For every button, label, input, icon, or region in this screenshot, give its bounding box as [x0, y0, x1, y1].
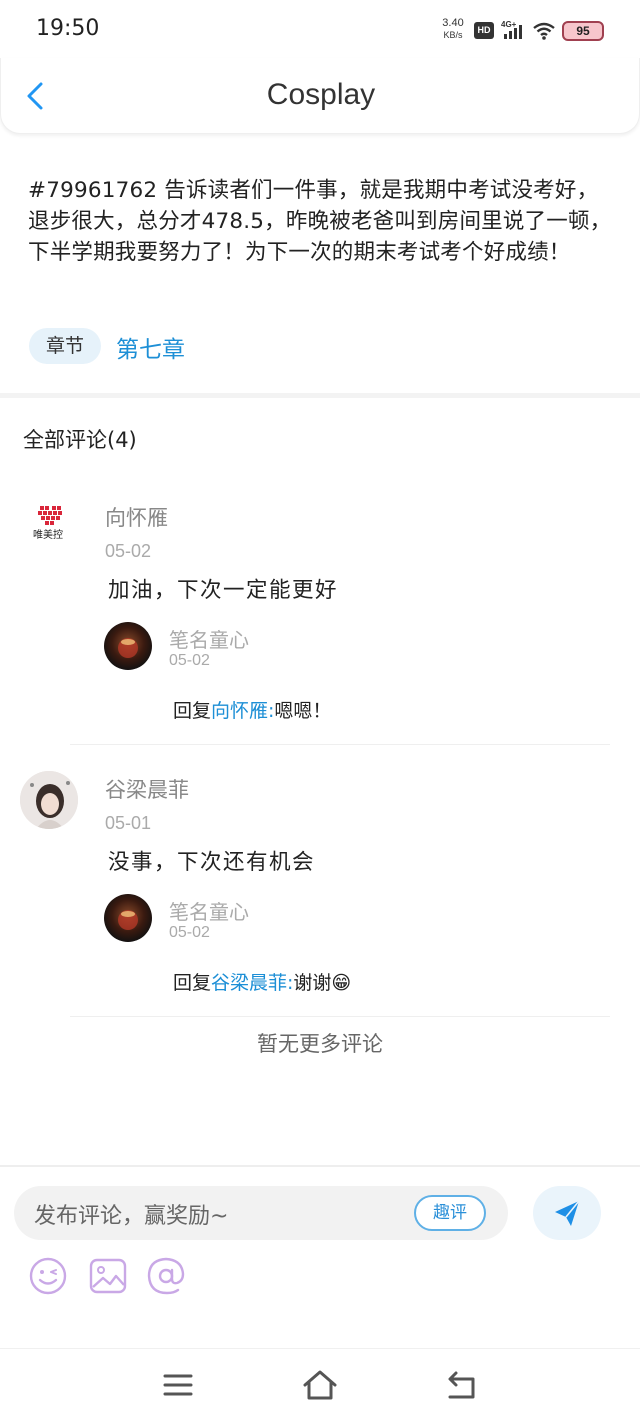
section-divider [0, 393, 640, 398]
status-bar: 19:50 3.40 KB/s HD 4G+ 95 [0, 0, 640, 60]
menu-icon[interactable] [158, 1367, 198, 1403]
reply-body: 嗯嗯！ [274, 700, 332, 722]
quping-button[interactable]: 趣评 [414, 1195, 486, 1231]
comment-text[interactable]: 没事，下次还有机会 [108, 845, 315, 876]
comment-input-placeholder: 发布评论，赢奖励~ [34, 1204, 229, 1229]
chapter-tag: 章节 [29, 328, 101, 364]
reply-body: 谢谢😁 [293, 972, 352, 994]
no-more-comments: 暂无更多评论 [257, 1032, 383, 1056]
reply-avatar[interactable] [104, 622, 152, 670]
avatar-label: 唯美控 [33, 528, 63, 541]
send-icon [555, 1200, 580, 1226]
back-icon[interactable] [442, 1367, 482, 1403]
status-time: 19:50 [36, 16, 100, 41]
hd-icon: HD [474, 22, 494, 39]
mention-icon[interactable] [146, 1256, 186, 1296]
reply-author[interactable]: 笔名童心 [169, 896, 249, 925]
reply-author[interactable]: 笔名童心 [169, 624, 249, 653]
network-speed-unit: KB/s [443, 30, 463, 40]
reply-target[interactable]: 谷梁晨菲: [211, 972, 293, 994]
reply-date: 05-02 [169, 652, 210, 669]
wifi-icon [532, 21, 556, 41]
comment-author[interactable]: 向怀雁 [105, 502, 168, 532]
comment-author[interactable]: 谷梁晨菲 [105, 774, 189, 804]
image-icon[interactable] [88, 1256, 128, 1296]
chapter-link[interactable]: 第七章 [116, 330, 185, 364]
comment-date: 05-02 [105, 541, 152, 561]
send-button[interactable] [533, 1186, 601, 1240]
page-title: Cosplay [266, 78, 376, 111]
battery-indicator: 95 [562, 21, 604, 41]
reply-date: 05-02 [169, 924, 210, 941]
app-header: Cosplay [0, 58, 640, 134]
comment-date: 05-01 [105, 813, 152, 833]
comment-divider [70, 744, 610, 745]
network-speed: 3.40 KB/s [436, 17, 470, 41]
reply-avatar[interactable] [104, 894, 152, 942]
network-type-label: 4G+ [501, 20, 517, 29]
network-speed-value: 3.40 [442, 17, 464, 29]
reply-prefix: 回复 [173, 700, 212, 722]
comment-text[interactable]: 加油，下次一定能更好 [108, 573, 338, 604]
comments-title: 全部评论(4) [23, 428, 137, 452]
reply-text[interactable]: 回复向怀雁:嗯嗯！ [173, 696, 331, 723]
home-icon[interactable] [300, 1367, 340, 1403]
system-nav-bar [0, 1348, 640, 1422]
reply-prefix: 回复 [173, 972, 212, 994]
reply-text[interactable]: 回复谷梁晨菲:谢谢😁 [173, 968, 351, 995]
reply-target[interactable]: 向怀雁: [211, 700, 274, 722]
post-content: #79961762 告诉读者们一件事，就是我期中考试没考好，退步很大，总分才47… [28, 178, 612, 265]
avatar[interactable] [20, 771, 78, 829]
avatar[interactable]: 唯美控 [20, 498, 76, 554]
signal-icon: 4G+ [500, 19, 528, 41]
comment-divider [70, 1016, 610, 1017]
emoji-icon[interactable] [28, 1256, 68, 1296]
